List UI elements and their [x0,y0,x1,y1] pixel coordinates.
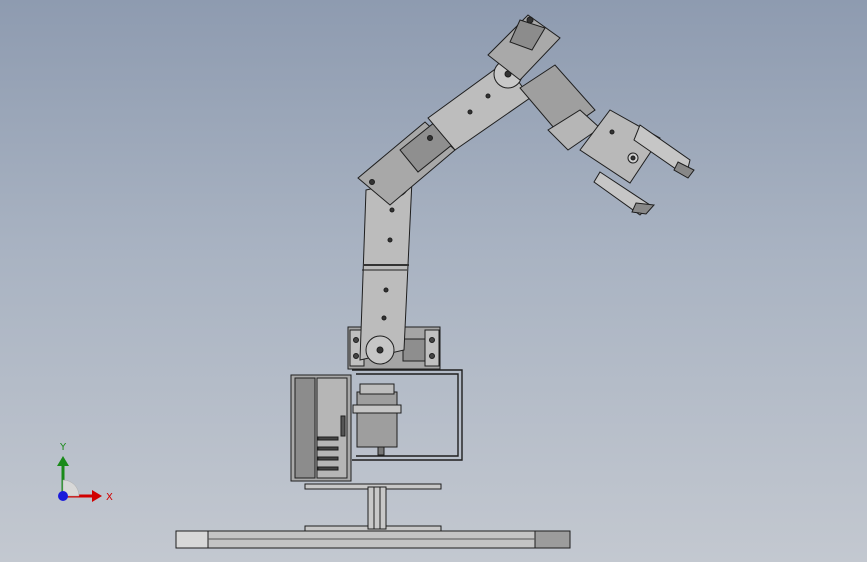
base-servo[interactable] [352,383,402,456]
x-axis-label: X [106,492,113,503]
cad-viewport[interactable] [0,0,867,562]
robot-arm-model[interactable] [175,14,695,549]
base-plate[interactable] [175,530,571,549]
y-axis-label: Y [59,442,67,453]
z-axis-dot-icon [58,491,68,501]
controller-box[interactable] [290,374,352,482]
axis-triad: Y X [57,442,113,503]
base-pillar[interactable] [304,483,442,532]
